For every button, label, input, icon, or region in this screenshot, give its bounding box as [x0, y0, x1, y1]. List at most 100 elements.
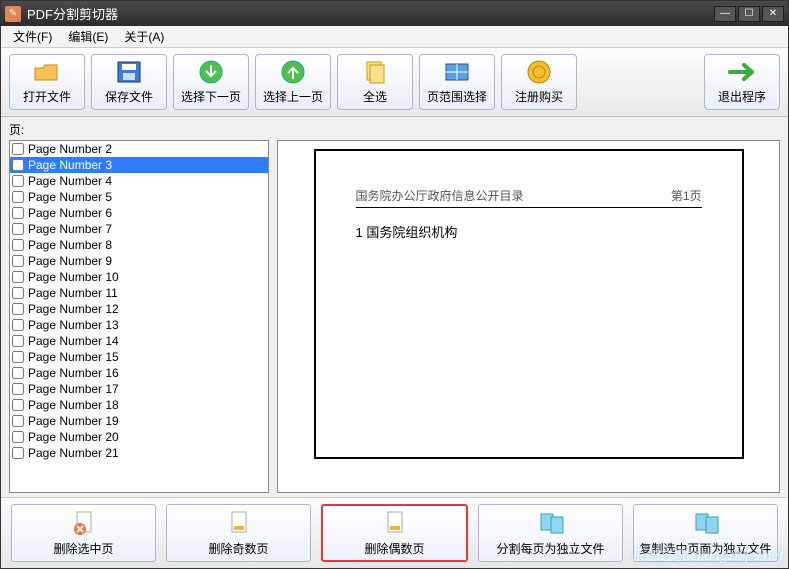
preview-header-left: 国务院办公厅政府信息公开目录 [356, 187, 524, 204]
register-buy-button[interactable]: 注册购买 [501, 54, 577, 110]
page-label: Page Number 12 [28, 302, 119, 316]
page-label: Page Number 4 [28, 174, 112, 188]
delete-selected-button[interactable]: 删除选中页 [11, 504, 156, 562]
page-checkbox[interactable] [12, 319, 24, 331]
page-label: Page Number 16 [28, 366, 119, 380]
page-label: Page Number 11 [28, 286, 118, 300]
page-checkbox[interactable] [12, 255, 24, 267]
select-range-button[interactable]: 页范围选择 [419, 54, 495, 110]
page-checkbox[interactable] [12, 383, 24, 395]
coin-icon [525, 60, 553, 84]
menu-edit[interactable]: 编辑(E) [60, 26, 116, 47]
list-item[interactable]: Page Number 15 [10, 349, 268, 365]
page-label: Page Number 6 [28, 206, 112, 220]
page-label: Page Number 13 [28, 318, 119, 332]
menubar: 文件(F) 编辑(E) 关于(A) [1, 26, 788, 48]
preview-page: 国务院办公厅政府信息公开目录 第1页 1 国务院组织机构 [314, 149, 744, 459]
arrow-down-circle-icon [197, 60, 225, 84]
page-checkbox[interactable] [12, 447, 24, 459]
page-label: Page Number 20 [28, 430, 119, 444]
list-item[interactable]: Page Number 5 [10, 189, 268, 205]
page-minus-icon [382, 510, 408, 536]
page-label: Page Number 21 [28, 446, 119, 460]
select-all-button[interactable]: 全选 [337, 54, 413, 110]
pages-copy-icon [693, 510, 719, 536]
list-item[interactable]: Page Number 13 [10, 317, 268, 333]
delete-odd-button[interactable]: 删除奇数页 [166, 504, 311, 562]
page-label: Page Number 8 [28, 238, 112, 252]
save-icon [115, 60, 143, 84]
list-item[interactable]: Page Number 3 [10, 157, 268, 173]
select-all-icon [361, 60, 389, 84]
exit-button[interactable]: 退出程序 [704, 54, 780, 110]
list-item[interactable]: Page Number 10 [10, 269, 268, 285]
list-item[interactable]: Page Number 14 [10, 333, 268, 349]
app-title: PDF分割剪切器 [27, 4, 712, 23]
page-checkbox[interactable] [12, 415, 24, 427]
select-prev-button[interactable]: 选择上一页 [255, 54, 331, 110]
list-item[interactable]: Page Number 21 [10, 445, 268, 461]
delete-even-button[interactable]: 删除偶数页 [321, 504, 468, 562]
list-item[interactable]: Page Number 8 [10, 237, 268, 253]
open-file-button[interactable]: 打开文件 [9, 54, 85, 110]
page-label: Page Number 9 [28, 254, 112, 268]
minimize-button[interactable]: — [714, 6, 736, 22]
page-label: Page Number 14 [28, 334, 119, 348]
pages-split-icon [538, 510, 564, 536]
list-item[interactable]: Page Number 2 [10, 141, 268, 157]
page-label: Page Number 10 [28, 270, 119, 284]
preview-heading: 1 国务院组织机构 [356, 222, 702, 241]
page-label: Page Number 19 [28, 414, 119, 428]
save-file-button[interactable]: 保存文件 [91, 54, 167, 110]
list-item[interactable]: Page Number 19 [10, 413, 268, 429]
page-checkbox[interactable] [12, 175, 24, 187]
page-label: Page Number 5 [28, 190, 112, 204]
pages-label: 页: [9, 121, 780, 138]
page-checkbox[interactable] [12, 367, 24, 379]
folder-open-icon [33, 60, 61, 84]
page-label: Page Number 17 [28, 382, 119, 396]
close-button[interactable]: ✕ [762, 6, 784, 22]
list-item[interactable]: Page Number 11 [10, 285, 268, 301]
list-item[interactable]: Page Number 9 [10, 253, 268, 269]
page-checkbox[interactable] [12, 207, 24, 219]
titlebar: ✎ PDF分割剪切器 — ☐ ✕ [1, 1, 788, 26]
page-checkbox[interactable] [12, 223, 24, 235]
page-checkbox[interactable] [12, 239, 24, 251]
select-next-button[interactable]: 选择下一页 [173, 54, 249, 110]
list-item[interactable]: Page Number 16 [10, 365, 268, 381]
exit-arrow-icon [728, 60, 756, 84]
arrow-up-circle-icon [279, 60, 307, 84]
page-minus-icon [226, 510, 252, 536]
list-item[interactable]: Page Number 20 [10, 429, 268, 445]
list-item[interactable]: Page Number 18 [10, 397, 268, 413]
page-checkbox[interactable] [12, 159, 24, 171]
list-item[interactable]: Page Number 4 [10, 173, 268, 189]
list-item[interactable]: Page Number 17 [10, 381, 268, 397]
page-checkbox[interactable] [12, 271, 24, 283]
preview-pane: 国务院办公厅政府信息公开目录 第1页 1 国务院组织机构 [277, 140, 780, 493]
page-label: Page Number 2 [28, 142, 112, 156]
maximize-button[interactable]: ☐ [738, 6, 760, 22]
page-checkbox[interactable] [12, 143, 24, 155]
app-icon: ✎ [5, 6, 21, 22]
page-checkbox[interactable] [12, 335, 24, 347]
watermark: 系统之家 xitongzhijia.net [630, 545, 783, 565]
page-delete-icon [71, 510, 97, 536]
page-checkbox[interactable] [12, 431, 24, 443]
page-list[interactable]: Page Number 2 Page Number 3 Page Number 4 P… [9, 140, 269, 493]
page-range-icon [443, 60, 471, 84]
list-item[interactable]: Page Number 6 [10, 205, 268, 221]
list-item[interactable]: Page Number 7 [10, 221, 268, 237]
menu-about[interactable]: 关于(A) [116, 26, 172, 47]
page-checkbox[interactable] [12, 303, 24, 315]
page-label: Page Number 3 [28, 158, 112, 172]
menu-file[interactable]: 文件(F) [5, 26, 60, 47]
split-each-button[interactable]: 分割每页为独立文件 [478, 504, 623, 562]
page-checkbox[interactable] [12, 399, 24, 411]
page-checkbox[interactable] [12, 351, 24, 363]
page-checkbox[interactable] [12, 287, 24, 299]
list-item[interactable]: Page Number 12 [10, 301, 268, 317]
page-label: Page Number 15 [28, 350, 119, 364]
page-checkbox[interactable] [12, 191, 24, 203]
